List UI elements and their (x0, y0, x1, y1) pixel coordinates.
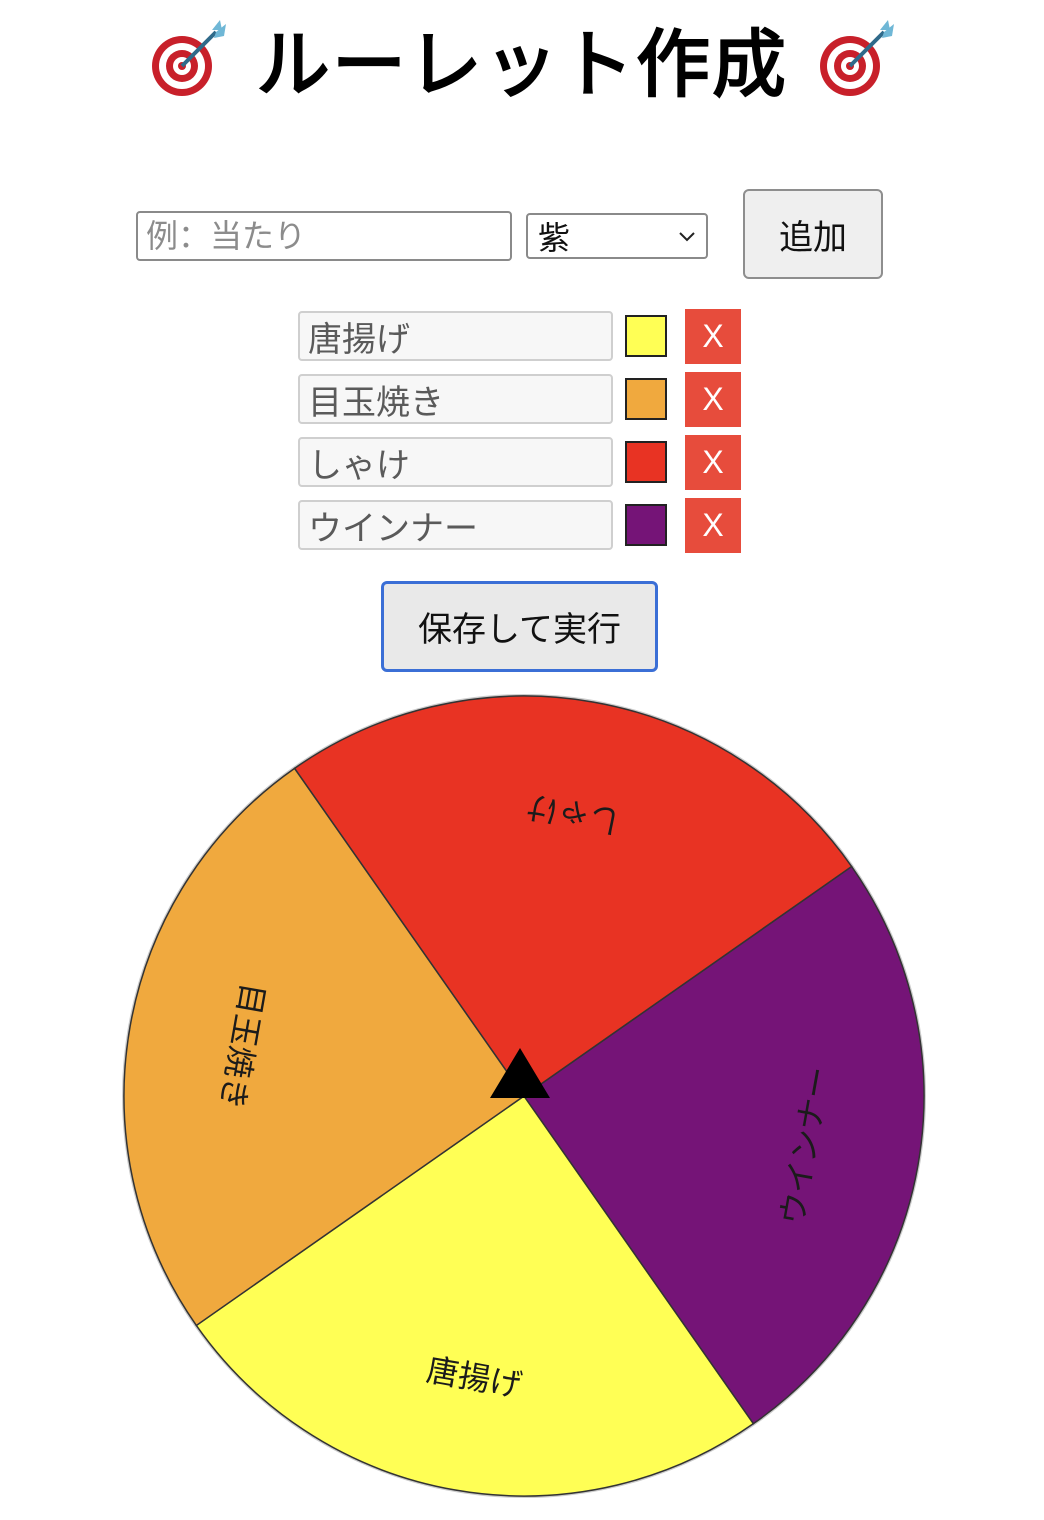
delete-button[interactable]: X (685, 498, 741, 553)
add-button[interactable]: 追加 (743, 189, 883, 279)
list-item: X (298, 309, 748, 372)
delete-button[interactable]: X (685, 372, 741, 427)
chevron-down-icon (679, 232, 695, 242)
item-name-field[interactable] (298, 500, 613, 550)
page-header: ルーレット作成 (0, 8, 1044, 108)
page-title: ルーレット作成 (256, 21, 788, 108)
list-item: X (298, 372, 748, 435)
roulette-wheel-svg[interactable]: 唐揚げ目玉焼きしゃけウインナー (120, 692, 928, 1500)
save-and-run-button[interactable]: 保存して実行 (381, 581, 658, 672)
color-swatch (625, 504, 667, 546)
color-swatch (625, 315, 667, 357)
color-select[interactable]: 紫 (526, 213, 708, 259)
item-name-field[interactable] (298, 311, 613, 361)
roulette-wheel[interactable]: 唐揚げ 目玉焼き しゃけ ウインナー (120, 692, 928, 1500)
delete-button[interactable]: X (685, 435, 741, 490)
color-select-value: 紫 (538, 219, 571, 257)
delete-button[interactable]: X (685, 309, 741, 364)
color-swatch (625, 378, 667, 420)
list-item: X (298, 498, 748, 561)
dart-target-icon (820, 20, 894, 96)
item-name-field[interactable] (298, 374, 613, 424)
item-list: X X X X (298, 309, 748, 561)
list-item: X (298, 435, 748, 498)
add-item-form: 紫 追加 (0, 188, 1044, 282)
item-name-input[interactable] (136, 211, 512, 261)
color-swatch (625, 441, 667, 483)
dart-target-icon (152, 20, 226, 96)
item-name-field[interactable] (298, 437, 613, 487)
